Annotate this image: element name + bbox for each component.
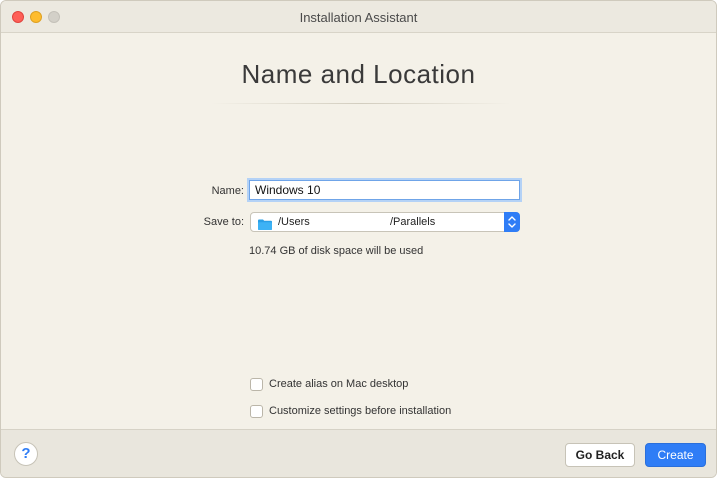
save-location-select[interactable]: /Users /Parallels bbox=[250, 212, 520, 232]
redacted-path-segment bbox=[311, 214, 389, 230]
save-path-suffix: /Parallels bbox=[390, 216, 436, 228]
select-stepper-icon[interactable] bbox=[504, 212, 520, 232]
save-path-prefix: /Users bbox=[278, 216, 310, 228]
save-to-label: Save to: bbox=[203, 216, 244, 228]
title-bar: Installation Assistant bbox=[1, 1, 716, 33]
footer-bar: ? Go Back Create bbox=[1, 429, 716, 477]
folder-icon bbox=[258, 217, 272, 230]
create-alias-checkbox[interactable] bbox=[250, 378, 263, 391]
installation-assistant-window: Installation Assistant Name and Location… bbox=[0, 0, 717, 478]
create-alias-label[interactable]: Create alias on Mac desktop bbox=[269, 378, 408, 390]
create-button[interactable]: Create bbox=[645, 443, 706, 467]
window-title: Installation Assistant bbox=[299, 10, 418, 25]
go-back-button[interactable]: Go Back bbox=[565, 443, 635, 467]
disk-space-info: 10.74 GB of disk space will be used bbox=[249, 245, 424, 257]
customize-settings-label[interactable]: Customize settings before installation bbox=[269, 405, 451, 417]
heading-divider bbox=[211, 103, 511, 104]
page-title: Name and Location bbox=[241, 59, 476, 89]
help-button[interactable]: ? bbox=[14, 442, 38, 466]
customize-settings-checkbox[interactable] bbox=[250, 405, 263, 418]
name-label: Name: bbox=[211, 185, 244, 197]
name-input[interactable] bbox=[249, 180, 520, 200]
